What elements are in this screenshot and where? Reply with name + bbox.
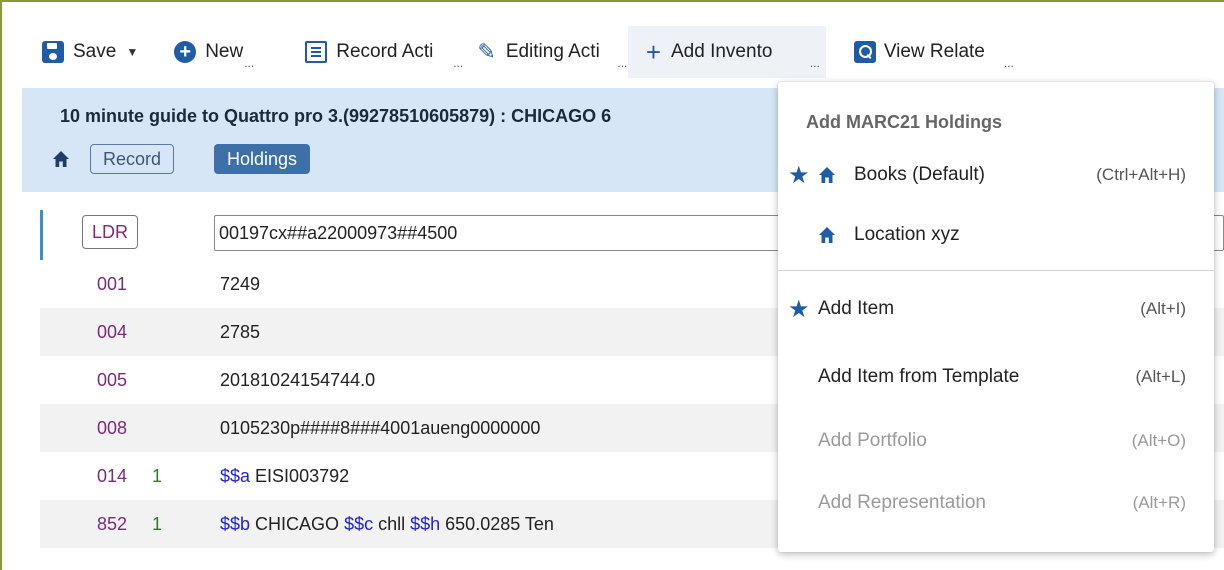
- menu-item-label: Add Portfolio: [818, 430, 927, 451]
- caret-down-icon[interactable]: ▼: [126, 45, 138, 59]
- toolbar: Save ▼ + New ... Record Acti ... ✎ Editi…: [22, 22, 1224, 82]
- tab-holdings[interactable]: Holdings: [214, 144, 311, 174]
- menu-item-add-representation: Add Representation (Alt+R): [778, 472, 1214, 534]
- subfield-text: CHICAGO: [250, 513, 345, 534]
- new-label: New: [205, 41, 244, 62]
- field-value[interactable]: $$a EISI003792: [220, 466, 349, 487]
- view-related-label: View Relate: [883, 41, 985, 62]
- field-value[interactable]: 0105230p####8###4001aueng0000000: [220, 418, 540, 439]
- more-ellipsis: ...: [809, 56, 820, 70]
- menu-item-shortcut: (Alt+R): [1132, 493, 1186, 512]
- field-value[interactable]: $$b CHICAGO $$c chll $$h 650.0285 Ten: [220, 514, 554, 535]
- view-related-button[interactable]: View Relate ...: [836, 26, 1014, 78]
- editing-actions-button[interactable]: ✎ Editing Acti ...: [459, 26, 627, 78]
- menu-item-label: Add Item: [818, 298, 895, 319]
- editing-actions-label: Editing Acti: [505, 41, 600, 62]
- menu-item-label: Books (Default): [854, 164, 985, 185]
- field-tag: 852: [97, 513, 128, 534]
- save-icon: [42, 41, 64, 63]
- more-ellipsis: ...: [1003, 56, 1014, 70]
- menu-item-shortcut: (Alt+I): [1140, 299, 1186, 318]
- add-inventory-menu: Add MARC21 Holdings ★ Books (Default) (C…: [778, 82, 1214, 552]
- field-indicator: 1: [152, 465, 163, 486]
- record-actions-label: Record Acti: [336, 41, 434, 62]
- field-tag: 014: [97, 465, 128, 486]
- menu-divider: [778, 270, 1214, 271]
- menu-heading: Add MARC21 Holdings: [806, 112, 1002, 132]
- record-actions-button[interactable]: Record Acti ...: [287, 26, 463, 78]
- search-icon: [853, 41, 876, 63]
- new-button[interactable]: + New ...: [156, 26, 261, 78]
- menu-item-label: Add Item from Template: [818, 366, 1020, 387]
- field-tag-ldr[interactable]: LDR: [82, 215, 138, 249]
- plus-icon: +: [645, 37, 661, 67]
- menu-item-shortcut: (Alt+L): [1135, 367, 1186, 386]
- star-icon[interactable]: ★: [788, 295, 810, 324]
- subfield-text: EISI003792: [250, 465, 350, 486]
- field-tag: 008: [97, 417, 128, 438]
- field-tag: 004: [97, 321, 128, 342]
- record-title: 10 minute guide to Quattro pro 3.(992785…: [60, 106, 612, 126]
- more-ellipsis: ...: [617, 56, 628, 70]
- menu-item-add-item-from-template[interactable]: Add Item from Template (Alt+L): [778, 346, 1214, 408]
- menu-item-add-portfolio: Add Portfolio (Alt+O): [778, 410, 1214, 472]
- subfield-text: 650.0285 Ten: [440, 513, 554, 534]
- menu-item-books-default[interactable]: ★ Books (Default) (Ctrl+Alt+H): [778, 144, 1214, 206]
- subfield-text: chll: [373, 513, 411, 534]
- focus-indicator: [40, 210, 43, 260]
- save-button[interactable]: Save ▼: [22, 26, 156, 78]
- subfield-code: $$a: [220, 465, 251, 486]
- menu-item-label: Location xyz: [854, 224, 960, 245]
- record-list-icon: [305, 41, 328, 63]
- pencil-icon: ✎: [477, 39, 496, 64]
- add-inventory-button[interactable]: + Add Invento ...: [627, 26, 826, 78]
- save-label: Save: [73, 41, 117, 62]
- field-value[interactable]: 20181024154744.0: [220, 370, 375, 391]
- subfield-code: $$b: [220, 513, 251, 534]
- home-icon[interactable]: [52, 150, 70, 168]
- home-icon: [819, 167, 835, 183]
- tab-record[interactable]: Record: [90, 144, 175, 174]
- field-value[interactable]: 7249: [220, 274, 260, 295]
- field-indicator: 1: [152, 513, 163, 534]
- menu-item-shortcut: (Ctrl+Alt+H): [1096, 165, 1186, 184]
- plus-circle-icon: +: [174, 41, 197, 63]
- add-inventory-label: Add Invento: [671, 41, 773, 62]
- menu-item-add-item[interactable]: ★ Add Item (Alt+I): [778, 278, 1214, 340]
- home-icon: [819, 227, 835, 243]
- subfield-code: $$h: [410, 513, 441, 534]
- field-tag: 001: [97, 273, 128, 294]
- menu-item-location-xyz[interactable]: Location xyz: [778, 204, 1214, 266]
- field-value[interactable]: 2785: [220, 322, 260, 343]
- field-tag: 005: [97, 369, 128, 390]
- more-ellipsis: ...: [244, 56, 255, 70]
- menu-item-shortcut: (Alt+O): [1131, 431, 1186, 450]
- subfield-code: $$c: [344, 513, 374, 534]
- star-icon[interactable]: ★: [788, 161, 810, 190]
- menu-item-label: Add Representation: [818, 492, 986, 513]
